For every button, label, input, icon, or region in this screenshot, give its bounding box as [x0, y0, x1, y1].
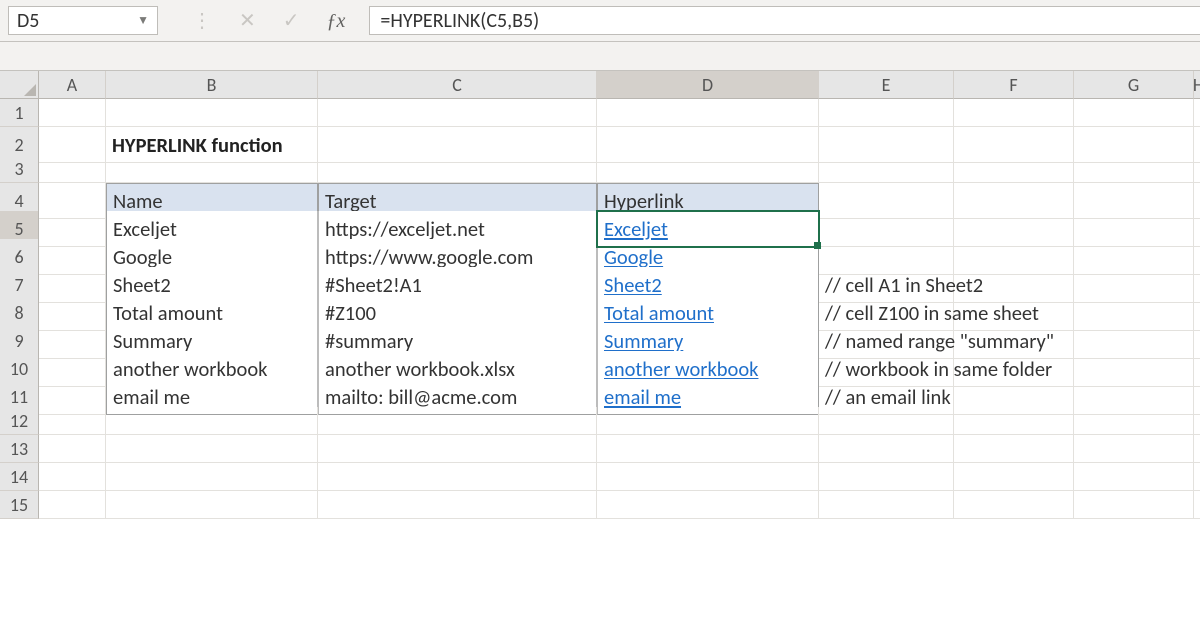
row-header-1[interactable]: 1: [0, 99, 39, 127]
cell-E13[interactable]: [819, 435, 954, 463]
cell-G14[interactable]: [1074, 463, 1194, 491]
cell-H1[interactable]: [1194, 99, 1200, 127]
cell-E12[interactable]: [819, 407, 954, 435]
column-header-H[interactable]: H: [1194, 71, 1200, 99]
cell-A12[interactable]: [39, 407, 106, 435]
cell-F12[interactable]: [954, 407, 1074, 435]
column-header-C[interactable]: C: [318, 71, 597, 99]
cell-B3[interactable]: [106, 155, 318, 183]
ribbon-gutter: [0, 42, 1200, 71]
cell-G12[interactable]: [1074, 407, 1194, 435]
row-header-12[interactable]: 12: [0, 407, 39, 435]
cell-E14[interactable]: [819, 463, 954, 491]
cell-C12[interactable]: [318, 407, 597, 435]
cell-F3[interactable]: [954, 155, 1074, 183]
cell-D12[interactable]: [597, 407, 819, 435]
cell-H15[interactable]: [1194, 491, 1200, 519]
cell-A15[interactable]: [39, 491, 106, 519]
cell-C3[interactable]: [318, 155, 597, 183]
cell-B1[interactable]: [106, 99, 318, 127]
formula-input[interactable]: =HYPERLINK(C5,B5): [369, 6, 1200, 35]
cell-C15[interactable]: [318, 491, 597, 519]
hyperlink[interactable]: Total amount: [604, 300, 714, 326]
dots-icon: ⋮: [192, 11, 212, 31]
cell-D13[interactable]: [597, 435, 819, 463]
hyperlink[interactable]: email me: [604, 384, 681, 410]
cell-H14[interactable]: [1194, 463, 1200, 491]
hyperlink[interactable]: Google: [604, 244, 663, 270]
cell-B12[interactable]: [106, 407, 318, 435]
row-header-15[interactable]: 15: [0, 491, 39, 519]
select-all-corner[interactable]: [0, 71, 39, 99]
column-header-D[interactable]: D: [597, 71, 819, 99]
cell-H3[interactable]: [1194, 155, 1200, 183]
column-header-B[interactable]: B: [106, 71, 318, 99]
column-header-G[interactable]: G: [1074, 71, 1194, 99]
cell-F1[interactable]: [954, 99, 1074, 127]
cell-C1[interactable]: [318, 99, 597, 127]
cell-H13[interactable]: [1194, 435, 1200, 463]
cell-B14[interactable]: [106, 463, 318, 491]
cell-E3[interactable]: [819, 155, 954, 183]
cell-F15[interactable]: [954, 491, 1074, 519]
row-header-14[interactable]: 14: [0, 463, 39, 491]
cell-B13[interactable]: [106, 435, 318, 463]
cell-C13[interactable]: [318, 435, 597, 463]
cell-E15[interactable]: [819, 491, 954, 519]
cell-F14[interactable]: [954, 463, 1074, 491]
cell-A14[interactable]: [39, 463, 106, 491]
cell-D5[interactable]: Exceljet: [597, 211, 819, 247]
dropdown-icon[interactable]: ▼: [137, 13, 149, 28]
column-header-A[interactable]: A: [39, 71, 106, 99]
cell-A3[interactable]: [39, 155, 106, 183]
spreadsheet-grid[interactable]: ABCDEFGH12HYPERLINK function34NameTarget…: [0, 71, 1200, 519]
name-box[interactable]: D5 ▼: [8, 6, 158, 35]
formula-bar-actions: ⋮ ✕ ✓ ƒx: [178, 11, 359, 31]
formula-text: =HYPERLINK(C5,B5): [380, 9, 539, 33]
cell-G1[interactable]: [1074, 99, 1194, 127]
fx-icon[interactable]: ƒx: [327, 11, 346, 31]
cell-D14[interactable]: [597, 463, 819, 491]
cell-D15[interactable]: [597, 491, 819, 519]
formula-bar: D5 ▼ ⋮ ✕ ✓ ƒx =HYPERLINK(C5,B5): [0, 0, 1200, 42]
cell-F13[interactable]: [954, 435, 1074, 463]
row-header-13[interactable]: 13: [0, 435, 39, 463]
hyperlink[interactable]: another workbook: [604, 356, 758, 382]
cell-B15[interactable]: [106, 491, 318, 519]
cancel-icon[interactable]: ✕: [239, 11, 256, 31]
cell-D3[interactable]: [597, 155, 819, 183]
cell-G15[interactable]: [1074, 491, 1194, 519]
cell-D1[interactable]: [597, 99, 819, 127]
name-box-value: D5: [17, 9, 39, 33]
column-header-F[interactable]: F: [954, 71, 1074, 99]
cell-A1[interactable]: [39, 99, 106, 127]
hyperlink[interactable]: Summary: [604, 328, 683, 354]
hyperlink[interactable]: Exceljet: [604, 216, 668, 242]
cell-H12[interactable]: [1194, 407, 1200, 435]
cell-A13[interactable]: [39, 435, 106, 463]
hyperlink[interactable]: Sheet2: [604, 272, 662, 298]
column-header-E[interactable]: E: [819, 71, 954, 99]
confirm-icon[interactable]: ✓: [283, 11, 300, 31]
cell-E1[interactable]: [819, 99, 954, 127]
row-header-3[interactable]: 3: [0, 155, 39, 183]
cell-C14[interactable]: [318, 463, 597, 491]
cell-G13[interactable]: [1074, 435, 1194, 463]
cell-G3[interactable]: [1074, 155, 1194, 183]
